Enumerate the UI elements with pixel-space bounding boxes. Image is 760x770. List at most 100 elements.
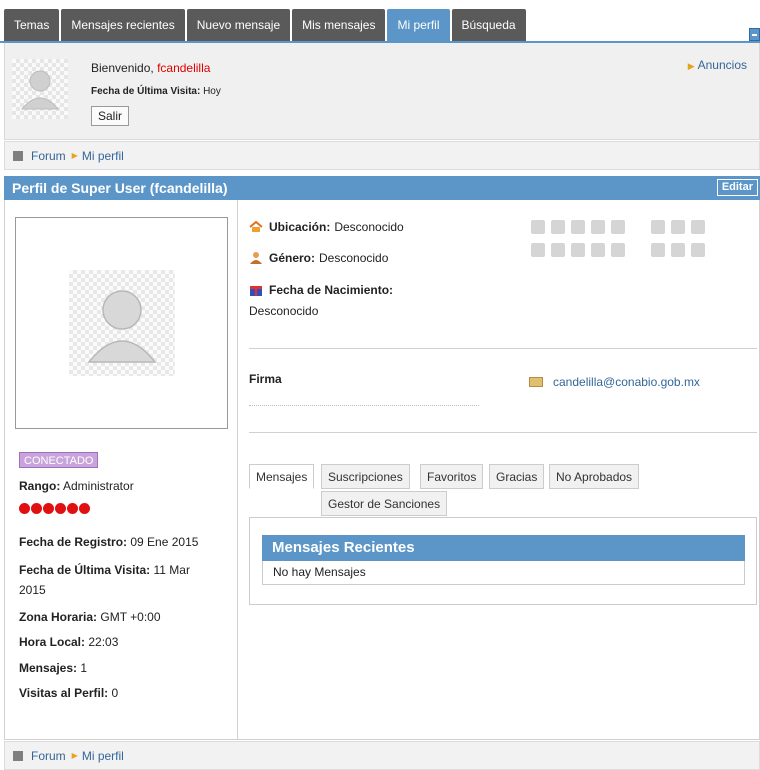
arrow-right-icon: ▶ [71,151,78,160]
welcome-username[interactable]: fcandelilla [157,61,210,75]
edit-button[interactable]: Editar [716,179,758,196]
last-visit-info: Fecha de Última Visita: 11 Mar 2015 [19,560,224,600]
recent-posts-header: Mensajes Recientes [262,535,745,561]
digg-icon[interactable] [691,220,705,234]
local-time-label: Hora Local: [19,635,86,649]
profile-sidebar: CONECTADO Rango: Administrator Fecha de … [5,200,238,740]
square-icon [13,750,23,761]
avatar[interactable] [12,59,68,119]
profile-last-visit-label: Fecha de Última Visita: [19,563,151,577]
rank-value: Administrator [63,479,134,493]
tab-mensajes-recientes[interactable]: Mensajes recientes [61,9,185,42]
signature-title: Firma [249,372,282,386]
breadcrumb-mi-perfil[interactable]: Mi perfil [82,149,124,163]
top-nav: Temas Mensajes recientes Nuevo mensaje M… [0,0,760,43]
location-value: Desconocido [334,220,404,234]
last-visit-value: Hoy [203,86,221,97]
user-silhouette-icon [20,70,60,110]
local-time-info: Hora Local: 22:03 [19,635,118,649]
tab-busqueda[interactable]: Búsqueda [451,9,526,42]
recent-posts-empty: No hay Mensajes [262,561,745,585]
breadcrumb-forum[interactable]: Forum [31,749,66,763]
tab-temas[interactable]: Temas [4,9,60,42]
posts-label: Mensajes: [19,661,78,675]
logout-button[interactable]: Salir [91,106,130,126]
linkedin-icon[interactable] [591,220,605,234]
mail-icon [529,377,543,387]
gender-info: Género: Desconocido [249,251,388,265]
profile-body: CONECTADO Rango: Administrator Fecha de … [4,200,760,740]
ads-link[interactable]: ▶ Anuncios [688,58,747,72]
welcome-message: Bienvenido, fcandelilla [91,61,210,75]
skype-icon[interactable] [611,220,625,234]
rank-label: Rango: [19,479,61,493]
arrow-right-icon: ▶ [71,751,78,760]
facebook-icon[interactable] [551,220,565,234]
recent-posts: Mensajes Recientes No hay Mensajes [262,535,745,585]
yim-icon[interactable] [531,243,545,257]
nav-tabs: Temas Mensajes recientes Nuevo mensaje M… [4,9,528,42]
views-value: 0 [111,686,119,700]
twitter-icon[interactable] [531,220,545,234]
birthday-value: Desconocido [249,304,319,318]
divider [249,348,757,349]
icq-icon[interactable] [591,243,605,257]
avatar-background [69,270,175,376]
views-info: Visitas al Perfil: 0 [19,686,118,700]
bebo-icon[interactable] [691,243,705,257]
rank-icon [19,503,91,514]
posts-info: Mensajes: 1 [19,661,87,675]
yahoo-icon[interactable] [611,243,625,257]
breadcrumb-mi-perfil[interactable]: Mi perfil [82,749,124,763]
tab-favoritos[interactable]: Favoritos [420,464,484,489]
birthday-label: Fecha de Nacimiento: [269,283,394,297]
birthday-info: Fecha de Nacimiento: [249,283,397,297]
page-title: Perfil de Super User (fcandelilla) [12,180,228,196]
breadcrumb-bottom: Forum ▶ Mi perfil [4,741,760,770]
divider [249,432,757,433]
profile-last-visit-value-1: 11 Mar [153,563,190,577]
tab-nuevo-mensaje[interactable]: Nuevo mensaje [186,9,291,42]
last-visit-label: Fecha de Última Visita: [91,86,201,97]
tab-gracias[interactable]: Gracias [489,464,545,489]
friendfeed-icon[interactable] [671,220,685,234]
tab-mensajes[interactable]: Mensajes [249,464,315,489]
gender-value: Desconocido [319,251,389,265]
timezone-label: Zona Horaria: [19,610,98,624]
aim-icon[interactable] [551,243,565,257]
tab-no-aprobados[interactable]: No Aprobados [549,464,640,489]
local-time-value: 22:03 [88,635,119,649]
registered-value: 09 Ene 2015 [130,535,199,549]
profile-last-visit-value-2: 2015 [19,583,46,597]
posts-value: 1 [80,661,88,675]
delicious-icon[interactable] [651,220,665,234]
google-icon[interactable] [571,243,585,257]
timezone-info: Zona Horaria: GMT +0:00 [19,610,161,624]
arrow-right-icon: ▶ [687,61,695,71]
welcome-box: Bienvenido, fcandelilla Fecha de Última … [4,43,760,140]
myspace-icon[interactable] [571,220,585,234]
profile-main: Ubicación: Desconocido Género: Desconoci… [239,200,760,740]
tab-panel: Mensajes Recientes No hay Mensajes [249,517,757,605]
collapse-icon[interactable] [749,28,760,41]
welcome-last-visit: Fecha de Última Visita: Hoy [91,86,221,97]
welcome-greeting: Bienvenido, [91,61,154,75]
tab-suscripciones[interactable]: Suscripciones [321,464,410,489]
user-silhouette-icon [87,290,157,363]
breadcrumb-forum[interactable]: Forum [31,149,66,163]
square-icon [13,150,23,161]
tab-mi-perfil[interactable]: Mi perfil [387,9,450,42]
signature-label: Firma [249,372,286,386]
flickr-icon[interactable] [671,243,685,257]
home-icon [249,221,263,232]
rank-info: Rango: Administrator [19,479,134,493]
location-label: Ubicación: [269,220,331,234]
tab-mis-mensajes[interactable]: Mis mensajes [292,9,386,42]
email-info: candelilla@conabio.gob.mx [529,375,700,389]
registered-label: Fecha de Registro: [19,535,128,549]
tab-gestor-de-sanciones[interactable]: Gestor de Sanciones [321,491,448,516]
blogspot-icon[interactable] [651,243,665,257]
email-link[interactable]: candelilla@conabio.gob.mx [553,375,700,389]
user-icon [250,252,262,264]
timezone-value: GMT +0:00 [100,610,161,624]
